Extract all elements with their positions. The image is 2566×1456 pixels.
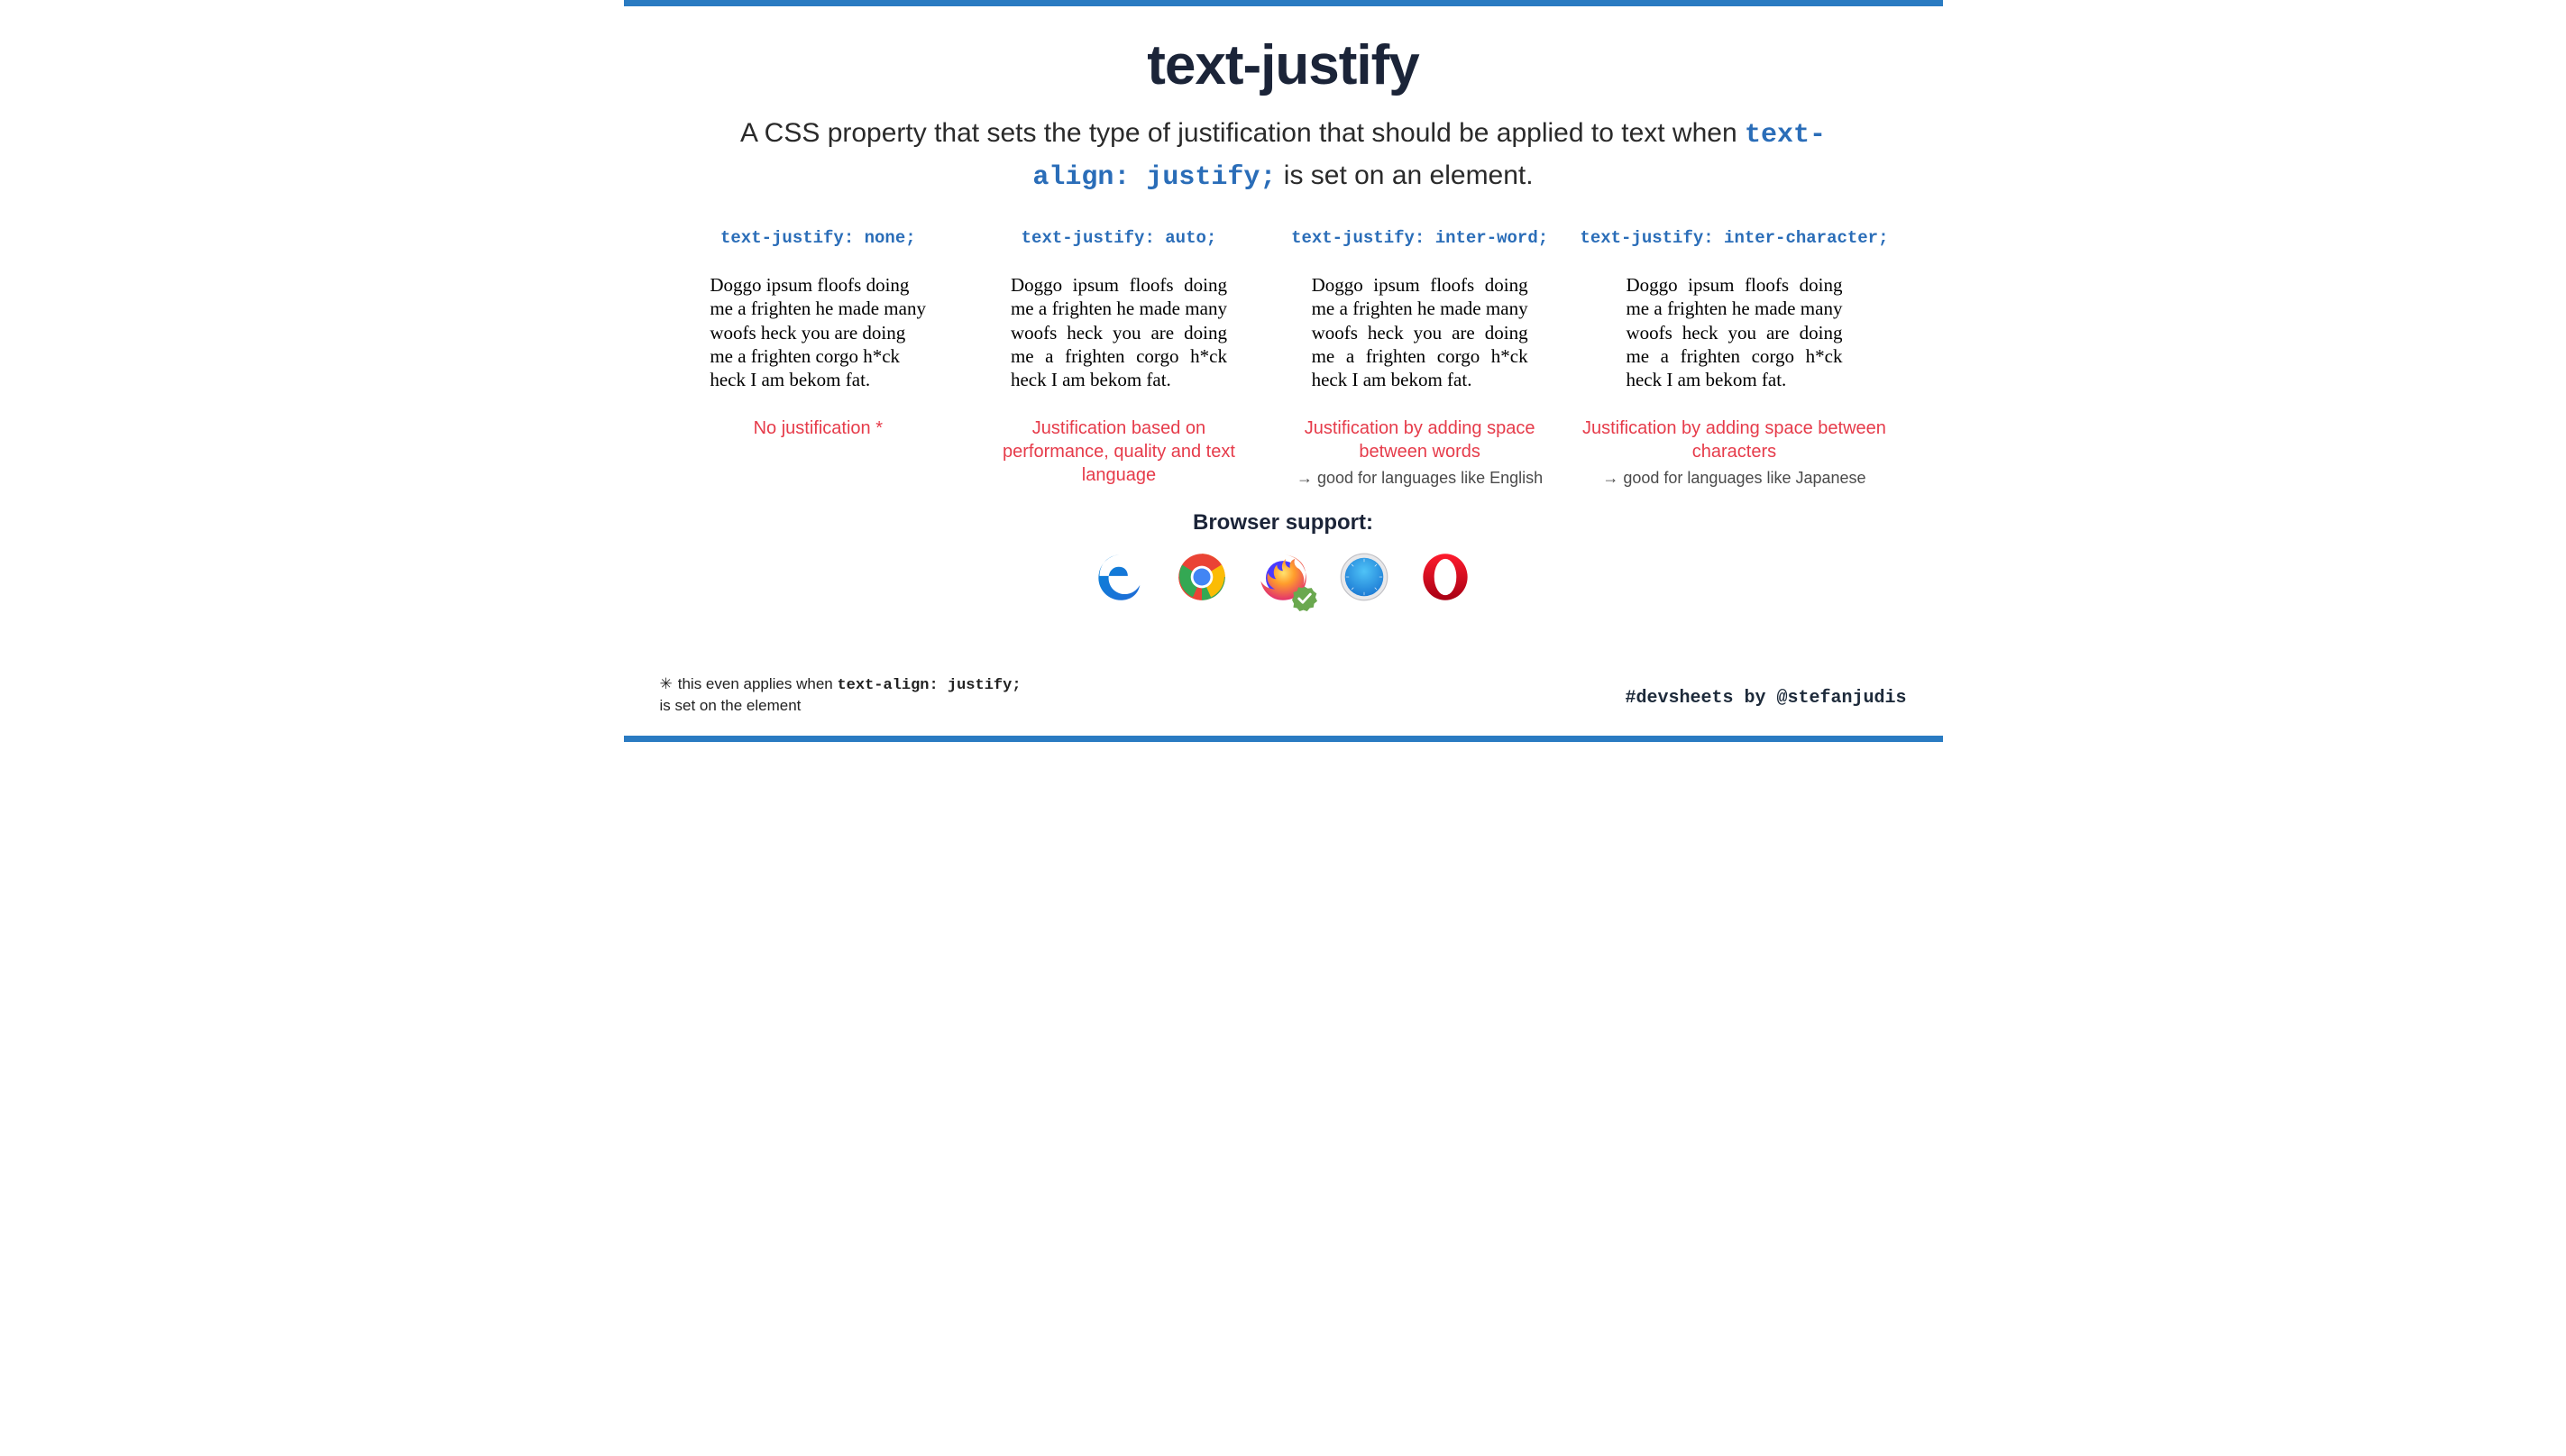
- sample-text-none: Doggo ipsum floofs doing me a frighten h…: [710, 273, 926, 391]
- example-note: good for languages like English: [1279, 469, 1561, 488]
- sample-text-inter-word: Doggo ipsum floofs doing me a frighten h…: [1312, 273, 1528, 391]
- sample-text-inter-character: Doggo ipsum floofs doing me a frighten h…: [1626, 273, 1842, 391]
- footnote-post: is set on the element: [660, 697, 802, 714]
- example-inter-word: text-justify: inter-word; Doggo ipsum fl…: [1279, 228, 1561, 492]
- example-auto: text-justify: auto; Doggo ipsum floofs d…: [978, 228, 1260, 492]
- example-heading: text-justify: none;: [678, 228, 959, 248]
- subtitle-pre: A CSS property that sets the type of jus…: [740, 118, 1745, 148]
- edge-icon: [1095, 552, 1146, 602]
- example-heading: text-justify: auto;: [978, 228, 1260, 248]
- example-heading: text-justify: inter-character;: [1580, 228, 1888, 248]
- opera-icon: [1420, 552, 1471, 602]
- example-note: good for languages like Japanese: [1580, 469, 1888, 488]
- safari-icon: [1339, 552, 1389, 602]
- subtitle-post: is set on an element.: [1276, 160, 1533, 190]
- example-heading: text-justify: inter-word;: [1279, 228, 1561, 248]
- footnote-code: text-align: justify;: [837, 677, 1021, 694]
- footnote-marker: ✳: [660, 675, 673, 692]
- example-none: text-justify: none; Doggo ipsum floofs d…: [678, 228, 959, 492]
- example-caption: No justification *: [678, 417, 959, 440]
- example-caption: Justification by adding space between ch…: [1580, 417, 1888, 463]
- chrome-icon: [1177, 552, 1227, 602]
- browser-support-title: Browser support:: [660, 510, 1907, 536]
- examples-row: text-justify: none; Doggo ipsum floofs d…: [660, 228, 1907, 492]
- example-caption: Justification by adding space between wo…: [1279, 417, 1561, 463]
- footnote: ✳ this even applies when text-align: just…: [660, 674, 1022, 716]
- supported-check-icon: [1292, 586, 1317, 611]
- page-title: text-justify: [660, 33, 1907, 97]
- credit-line: #devsheets by @stefanjudis: [1625, 688, 1906, 709]
- firefox-icon: [1258, 552, 1308, 602]
- devsheet-card: text-justify A CSS property that sets th…: [624, 0, 1943, 742]
- sample-text-auto: Doggo ipsum floofs doing me a frighten h…: [1011, 273, 1227, 391]
- page-subtitle: A CSS property that sets the type of jus…: [660, 114, 1907, 197]
- footnote-pre: this even applies when: [678, 675, 838, 692]
- example-caption: Justification based on performance, qual…: [978, 417, 1260, 487]
- example-inter-character: text-justify: inter-character; Doggo ips…: [1580, 228, 1888, 492]
- browser-icons-row: [660, 552, 1907, 602]
